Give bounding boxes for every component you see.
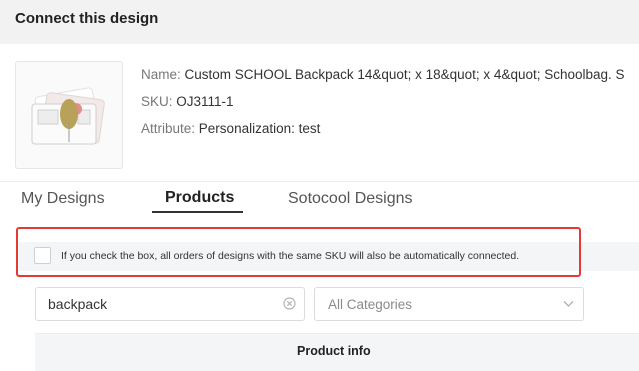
tab-sotocool-designs[interactable]: Sotocool Designs [288, 190, 413, 208]
category-select[interactable]: All Categories [314, 287, 584, 321]
search-input[interactable] [48, 288, 268, 320]
column-header-product-info: Product info [297, 344, 371, 358]
product-thumbnail [15, 61, 123, 169]
product-attribute-value: Personalization: test [198, 121, 321, 136]
dialog-header: Connect this design [0, 0, 639, 44]
product-name-value: Custom SCHOOL Backpack 14&quot; x 18&quo… [184, 67, 625, 82]
tab-my-designs[interactable]: My Designs [21, 190, 105, 208]
tab-products[interactable]: Products [165, 189, 234, 207]
search-field[interactable] [35, 287, 305, 321]
product-sku-label: SKU: [141, 94, 173, 109]
active-tab-underline [152, 211, 243, 213]
product-name: Name: Custom SCHOOL Backpack 14&quot; x … [141, 67, 625, 82]
table-header: Product info [35, 333, 639, 371]
product-image-icon [31, 87, 105, 145]
product-attribute-label: Attribute: [141, 121, 196, 136]
product-attribute: Attribute: Personalization: test [141, 121, 320, 136]
auto-connect-notice-text: If you check the box, all orders of desi… [61, 250, 520, 262]
product-sku-value: OJ3111-1 [176, 94, 234, 109]
tabs-divider [0, 181, 639, 182]
clear-circle-icon[interactable] [283, 297, 296, 310]
auto-connect-checkbox[interactable] [34, 247, 51, 264]
chevron-down-icon [563, 301, 574, 307]
product-sku: SKU: OJ3111-1 [141, 94, 234, 109]
category-select-value: All Categories [328, 297, 413, 312]
dialog-title: Connect this design [15, 10, 159, 27]
product-name-label: Name: [141, 67, 181, 82]
